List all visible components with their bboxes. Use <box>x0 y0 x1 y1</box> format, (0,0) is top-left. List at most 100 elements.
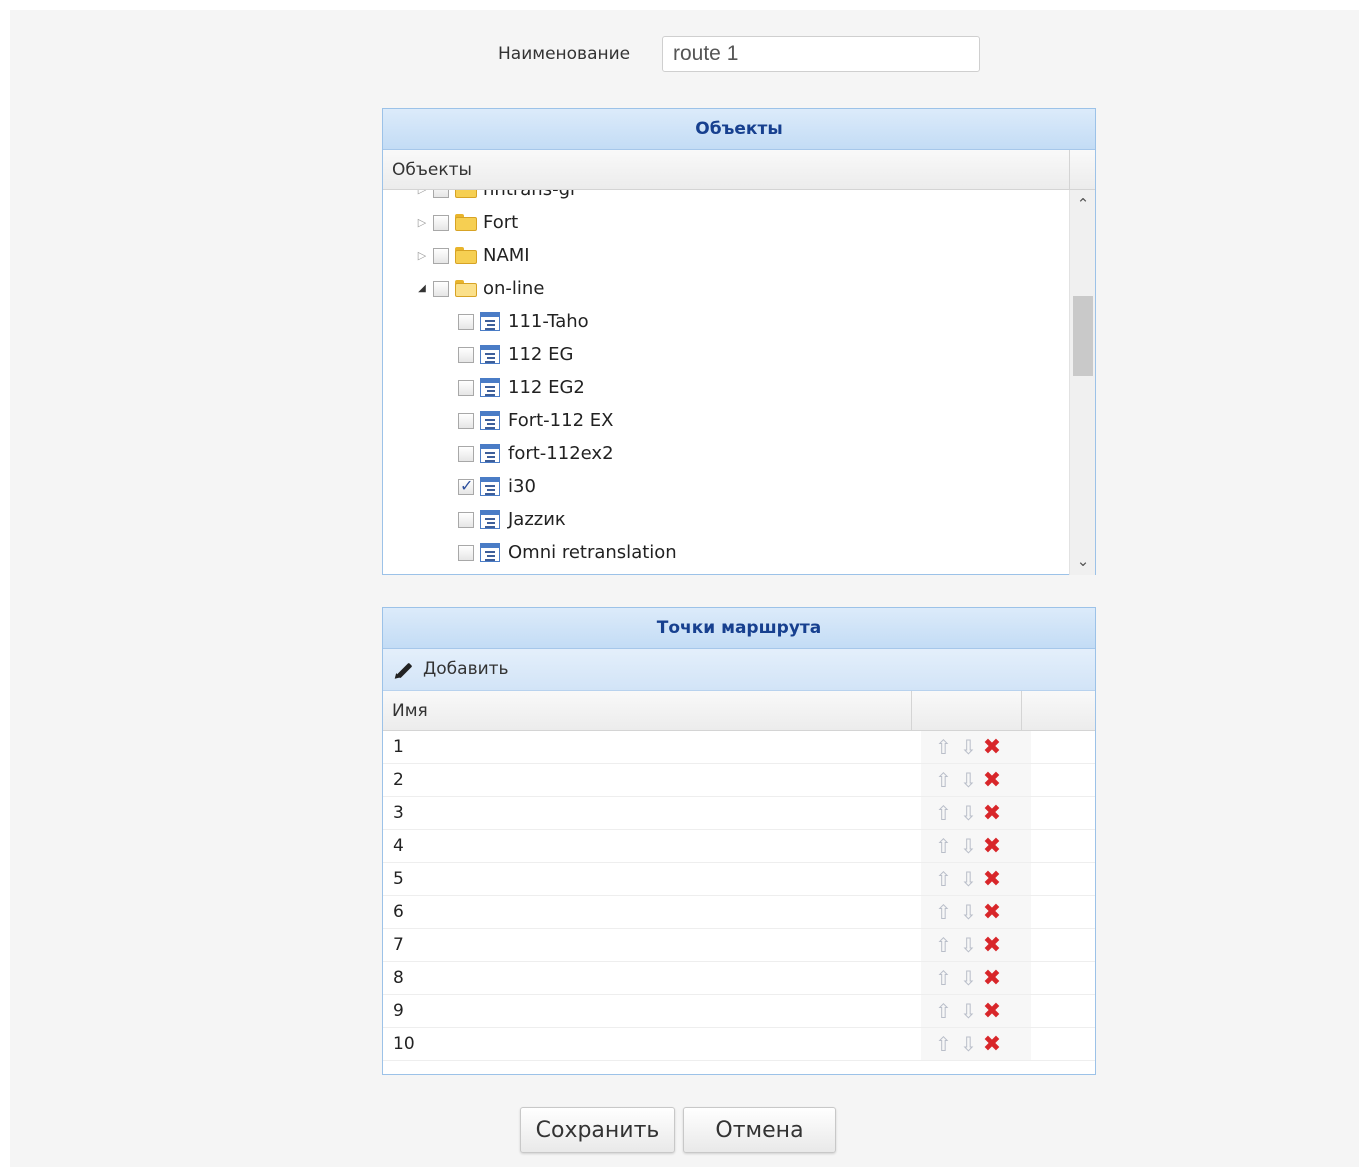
tree-checkbox[interactable] <box>458 544 474 561</box>
tree-item-label: on-line <box>483 278 545 299</box>
row-actions: ⇧ ⇩ ✖ <box>921 830 1031 862</box>
expand-arrow-icon[interactable]: ▷ <box>415 249 429 262</box>
route-point-name: 2 <box>393 770 404 790</box>
move-up-icon[interactable]: ⇧ <box>931 735 956 759</box>
move-up-icon[interactable]: ⇧ <box>931 801 956 825</box>
scroll-down-icon[interactable]: ⌄ <box>1070 549 1095 573</box>
route-point-row[interactable]: 5 ⇧ ⇩ ✖ <box>383 863 1095 896</box>
delete-icon[interactable]: ✖ <box>981 999 1003 1024</box>
move-up-icon[interactable]: ⇧ <box>931 768 956 792</box>
tree-checkbox[interactable] <box>433 214 449 231</box>
move-down-icon[interactable]: ⇩ <box>956 900 981 924</box>
tree-checkbox[interactable] <box>458 313 474 330</box>
move-down-icon[interactable]: ⇩ <box>956 768 981 792</box>
move-up-icon[interactable]: ⇧ <box>931 867 956 891</box>
objects-tree: ▷ nntrans-gr ▷ Fort ▷ NAMI ◢ on-line 111-Taho 1… <box>383 190 1095 575</box>
delete-icon[interactable]: ✖ <box>981 801 1003 826</box>
delete-icon[interactable]: ✖ <box>981 966 1003 991</box>
delete-icon[interactable]: ✖ <box>981 834 1003 859</box>
objects-panel-title: Объекты <box>383 109 1095 150</box>
tree-item-partial[interactable] <box>458 569 508 575</box>
route-point-row[interactable]: 8 ⇧ ⇩ ✖ <box>383 962 1095 995</box>
delete-icon[interactable]: ✖ <box>981 867 1003 892</box>
cancel-button[interactable]: Отмена <box>683 1107 836 1153</box>
tree-item-label: Omni retranslation <box>508 542 677 563</box>
tree-checkbox[interactable] <box>458 476 474 495</box>
tree-item[interactable]: ▷ Fort <box>415 206 518 239</box>
tree-item[interactable]: 112 EG <box>458 338 573 371</box>
move-down-icon[interactable]: ⇩ <box>956 1032 981 1056</box>
delete-icon[interactable]: ✖ <box>981 768 1003 793</box>
tree-item-label: 112 EG2 <box>508 377 585 398</box>
route-point-name: 1 <box>393 737 404 757</box>
move-up-icon[interactable]: ⇧ <box>931 999 956 1023</box>
tree-item[interactable]: Jazzик <box>458 503 566 536</box>
add-point-label: Добавить <box>423 659 509 679</box>
row-actions: ⇧ ⇩ ✖ <box>921 896 1031 928</box>
tree-checkbox[interactable] <box>458 346 474 363</box>
route-point-row[interactable]: 9 ⇧ ⇩ ✖ <box>383 995 1095 1028</box>
object-icon <box>480 345 500 364</box>
objects-scrollbar[interactable]: ⌃ ⌄ <box>1069 190 1095 575</box>
route-point-row[interactable]: 10 ⇧ ⇩ ✖ <box>383 1028 1095 1061</box>
add-point-button[interactable]: Добавить <box>383 649 1095 691</box>
route-point-row[interactable]: 2 ⇧ ⇩ ✖ <box>383 764 1095 797</box>
route-point-row[interactable]: 3 ⇧ ⇩ ✖ <box>383 797 1095 830</box>
scroll-up-icon[interactable]: ⌃ <box>1070 192 1095 216</box>
delete-icon[interactable]: ✖ <box>981 1032 1003 1057</box>
tree-checkbox[interactable] <box>433 247 449 264</box>
tree-item[interactable]: Fort-112 EX <box>458 404 613 437</box>
save-button[interactable]: Сохранить <box>520 1107 675 1153</box>
tree-item[interactable]: ▷ NAMI <box>415 239 530 272</box>
tree-item[interactable]: 112 EG2 <box>458 371 585 404</box>
move-up-icon[interactable]: ⇧ <box>931 966 956 990</box>
move-up-icon[interactable]: ⇧ <box>931 1032 956 1056</box>
move-down-icon[interactable]: ⇩ <box>956 735 981 759</box>
tree-checkbox[interactable] <box>458 511 474 528</box>
objects-column-header[interactable]: Объекты <box>383 150 1095 190</box>
tree-checkbox[interactable] <box>458 445 474 462</box>
move-down-icon[interactable]: ⇩ <box>956 966 981 990</box>
tree-checkbox[interactable] <box>433 190 449 198</box>
collapse-arrow-icon[interactable]: ◢ <box>415 283 429 294</box>
points-column-header[interactable]: Имя <box>383 691 1095 731</box>
tree-checkbox[interactable] <box>458 379 474 396</box>
scrollbar-thumb[interactable] <box>1073 296 1093 376</box>
tree-checkbox[interactable] <box>458 412 474 429</box>
tree-item-label: 111-Taho <box>508 311 589 332</box>
tree-checkbox[interactable] <box>433 280 449 297</box>
route-point-name: 3 <box>393 803 404 823</box>
route-point-row[interactable]: 6 ⇧ ⇩ ✖ <box>383 896 1095 929</box>
move-down-icon[interactable]: ⇩ <box>956 933 981 957</box>
delete-icon[interactable]: ✖ <box>981 900 1003 925</box>
object-icon <box>480 543 500 562</box>
tree-item[interactable]: Omni retranslation <box>458 536 677 569</box>
move-down-icon[interactable]: ⇩ <box>956 999 981 1023</box>
objects-panel: Объекты Объекты ▷ nntrans-gr ▷ Fort ▷ NAMI ◢… <box>382 108 1096 575</box>
delete-icon[interactable]: ✖ <box>981 933 1003 958</box>
move-down-icon[interactable]: ⇩ <box>956 834 981 858</box>
route-point-row[interactable]: 1 ⇧ ⇩ ✖ <box>383 731 1095 764</box>
move-up-icon[interactable]: ⇧ <box>931 933 956 957</box>
route-point-row[interactable]: 7 ⇧ ⇩ ✖ <box>383 929 1095 962</box>
expand-arrow-icon[interactable]: ▷ <box>415 216 429 229</box>
expand-arrow-icon[interactable]: ▷ <box>415 190 429 196</box>
route-point-name: 6 <box>393 902 404 922</box>
name-label: Наименование <box>498 44 631 64</box>
route-point-row[interactable]: 4 ⇧ ⇩ ✖ <box>383 830 1095 863</box>
name-input[interactable] <box>662 36 980 72</box>
tree-item[interactable]: i30 <box>458 470 536 503</box>
move-down-icon[interactable]: ⇩ <box>956 801 981 825</box>
tree-item[interactable]: fort-112ex2 <box>458 437 614 470</box>
object-icon <box>480 477 500 496</box>
row-actions: ⇧ ⇩ ✖ <box>921 764 1031 796</box>
move-up-icon[interactable]: ⇧ <box>931 834 956 858</box>
move-up-icon[interactable]: ⇧ <box>931 900 956 924</box>
move-down-icon[interactable]: ⇩ <box>956 867 981 891</box>
tree-item-label: Jazzик <box>508 509 566 530</box>
tree-item[interactable]: 111-Taho <box>458 305 589 338</box>
tree-item[interactable]: ◢ on-line <box>415 272 544 305</box>
tree-item-partial[interactable]: ▷ nntrans-gr <box>415 190 577 206</box>
delete-icon[interactable]: ✖ <box>981 735 1003 760</box>
route-point-name: 9 <box>393 1001 404 1021</box>
